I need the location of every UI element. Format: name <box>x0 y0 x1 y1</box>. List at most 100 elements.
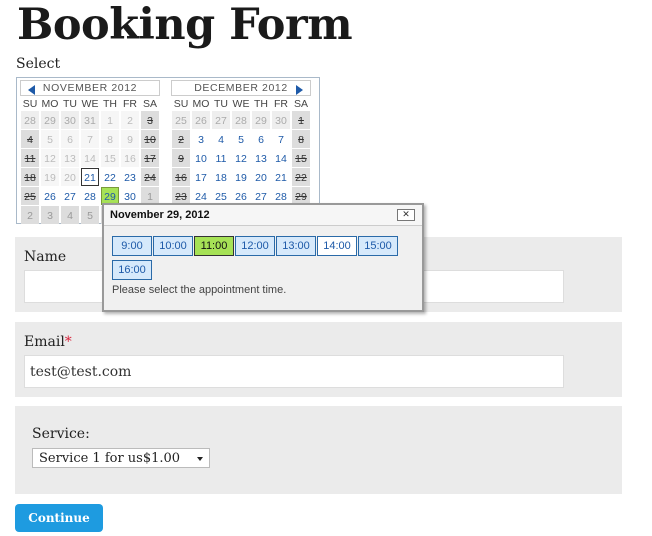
service-label: Service: <box>32 426 90 442</box>
calendar-day: 16 <box>172 168 190 186</box>
calendar-day: 29 <box>252 111 270 129</box>
weekday-row: SU MO TU WE TH FR SA <box>20 98 160 110</box>
calendar-day[interactable]: 20 <box>252 168 270 186</box>
time-slot-button[interactable]: 9:00 <box>112 236 152 256</box>
email-field[interactable]: test@test.com <box>24 355 564 388</box>
weekday-label: SU <box>22 98 38 110</box>
calendar-day[interactable]: 21 <box>272 168 290 186</box>
chevron-down-icon <box>197 457 203 461</box>
month-header: DECEMBER 2012 <box>171 80 311 96</box>
popup-date: November 29, 2012 <box>104 205 422 226</box>
calendar-day[interactable]: 17 <box>192 168 210 186</box>
service-panel: Service: Service 1 for us$1.00 <box>15 406 622 494</box>
calendar-day[interactable]: 28 <box>81 187 99 205</box>
weekday-label: TH <box>103 98 117 110</box>
continue-button[interactable]: Continue <box>15 504 103 532</box>
service-select[interactable]: Service 1 for us$1.00 <box>32 448 210 468</box>
page-title: Booking Form <box>17 0 353 50</box>
weekday-label: TH <box>254 98 268 110</box>
calendar-day: 9 <box>121 130 139 148</box>
calendar-day[interactable]: 6 <box>252 130 270 148</box>
calendar-day[interactable]: 14 <box>272 149 290 167</box>
date-picker: NOVEMBER 2012 SU MO TU WE TH FR SA 28 29 30 31 1 2 3… <box>16 77 320 224</box>
calendar-day[interactable]: 12 <box>232 149 250 167</box>
calendar-day[interactable]: 18 <box>212 168 230 186</box>
weekday-label: TU <box>63 98 77 110</box>
calendar-day[interactable]: 3 <box>192 130 210 148</box>
calendar-day: 6 <box>61 130 79 148</box>
calendar-day[interactable]: 23 <box>121 168 139 186</box>
calendar-day: 12 <box>41 149 59 167</box>
calendar-day: 30 <box>272 111 290 129</box>
weekday-label: SU <box>173 98 189 110</box>
calendar-day: 25 <box>172 111 190 129</box>
weekday-label: MO <box>41 98 59 110</box>
calendar-day[interactable]: 7 <box>272 130 290 148</box>
required-marker: * <box>64 334 72 350</box>
weekday-label: TU <box>214 98 228 110</box>
calendar-day: 2 <box>172 130 190 148</box>
calendar-day: 17 <box>141 149 159 167</box>
weekday-label: SA <box>142 98 157 110</box>
calendar-day: 28 <box>232 111 250 129</box>
calendar-day: 5 <box>41 130 59 148</box>
calendar-day: 24 <box>141 168 159 186</box>
time-slot-button[interactable]: 11:00 <box>194 236 234 256</box>
calendar-day: 2 <box>121 111 139 129</box>
calendar-day: 19 <box>41 168 59 186</box>
calendar-day: 25 <box>21 187 39 205</box>
calendar-day[interactable]: 11 <box>212 149 230 167</box>
calendar-day: 22 <box>292 168 310 186</box>
weekday-label: WE <box>81 98 99 110</box>
weekday-row: SU MO TU WE TH FR SA <box>171 98 311 110</box>
time-slot-popup: November 29, 2012 ✕ 9:00 10:00 11:00 12:00 1… <box>102 203 424 312</box>
calendar-day: 4 <box>61 206 79 224</box>
calendar-day[interactable]: 27 <box>61 187 79 205</box>
time-slot-button[interactable]: 10:00 <box>153 236 193 256</box>
calendar-day: 3 <box>41 206 59 224</box>
month-header: NOVEMBER 2012 <box>20 80 160 96</box>
time-slot-button[interactable]: 14:00 <box>317 236 357 256</box>
calendar-day: 4 <box>21 130 39 148</box>
time-slot-button[interactable]: 16:00 <box>112 260 152 280</box>
weekday-label: WE <box>232 98 250 110</box>
calendar-day[interactable]: 26 <box>41 187 59 205</box>
email-label: Email* <box>24 334 72 350</box>
prev-month-icon[interactable] <box>28 85 35 95</box>
time-slot-button[interactable]: 15:00 <box>358 236 398 256</box>
time-slot-list: 9:00 10:00 11:00 12:00 13:00 14:00 15:00 16:00 <box>112 236 418 284</box>
calendar-day: 11 <box>21 149 39 167</box>
month-title: DECEMBER 2012 <box>194 82 288 94</box>
calendar-day[interactable]: 5 <box>232 130 250 148</box>
calendar-day: 3 <box>141 111 159 129</box>
calendar-day: 27 <box>212 111 230 129</box>
calendar-day: 14 <box>81 149 99 167</box>
calendar-day: 28 <box>21 111 39 129</box>
next-month-icon[interactable] <box>296 85 303 95</box>
time-slot-button[interactable]: 12:00 <box>235 236 275 256</box>
weekday-label: FR <box>123 98 137 110</box>
weekday-label: SA <box>293 98 308 110</box>
calendar-day[interactable]: 19 <box>232 168 250 186</box>
calendar-day: 29 <box>41 111 59 129</box>
name-label: Name <box>24 249 67 265</box>
calendar-day[interactable]: 13 <box>252 149 270 167</box>
select-label: Select <box>16 56 61 72</box>
calendar-day[interactable]: 10 <box>192 149 210 167</box>
calendar-day: 5 <box>81 206 99 224</box>
calendar-day[interactable]: 21 <box>81 168 99 186</box>
weekday-label: FR <box>274 98 288 110</box>
calendar-day: 1 <box>101 111 119 129</box>
calendar-day: 20 <box>61 168 79 186</box>
email-label-text: Email <box>24 334 65 350</box>
service-select-value: Service 1 for us$1.00 <box>39 451 181 466</box>
weekday-label: MO <box>192 98 210 110</box>
calendar-day[interactable]: 4 <box>212 130 230 148</box>
calendar-day: 10 <box>141 130 159 148</box>
calendar-day: 9 <box>172 149 190 167</box>
close-icon[interactable]: ✕ <box>397 209 415 221</box>
calendar-day[interactable]: 22 <box>101 168 119 186</box>
calendar-day: 26 <box>192 111 210 129</box>
calendar-day: 8 <box>292 130 310 148</box>
time-slot-button[interactable]: 13:00 <box>276 236 316 256</box>
